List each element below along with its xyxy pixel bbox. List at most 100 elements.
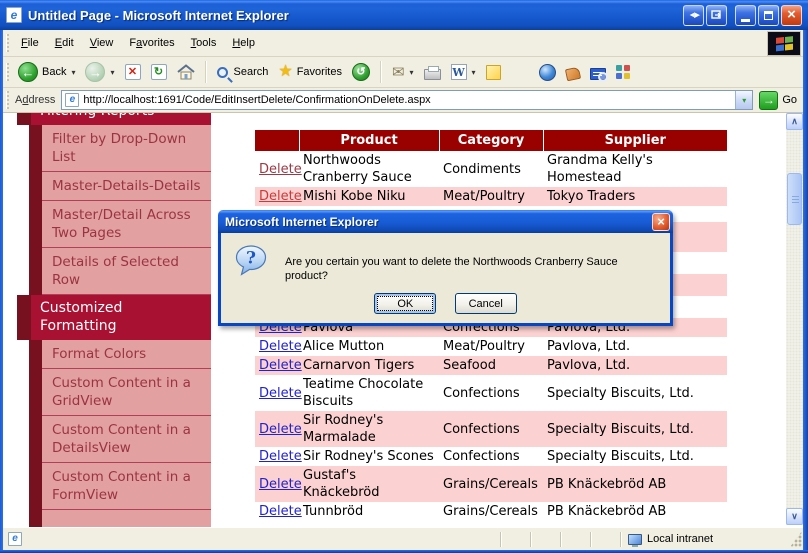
delete-link[interactable]: Delete [259,449,302,464]
delete-link[interactable]: Delete [259,386,302,401]
sidebar-indent [17,248,29,295]
favorites-button[interactable]: ★ Favorites [273,61,347,83]
delete-link[interactable]: Delete [259,504,302,519]
msn-button[interactable] [534,61,561,84]
scrollbar-thumb[interactable] [787,173,802,225]
sidebar-item[interactable]: Master-Details-Details [17,172,211,201]
sidebar-indent [17,172,29,201]
sidebar-item[interactable]: Custom Content in a GridView [17,369,211,416]
sidebar-item[interactable]: Custom Content in a FormView [17,463,211,510]
sidebar-item[interactable]: Custom Content in a DetailsView [17,416,211,463]
menu-item-tools[interactable]: Tools [183,31,225,55]
sidebar-indent [29,125,42,172]
screen-toggle-button[interactable]: ◄▶ [683,5,704,26]
research-button[interactable] [585,62,611,83]
scroll-up-button[interactable]: ∧ [786,113,803,130]
sidebar-indent [29,172,42,201]
cell-product: Mishi Kobe Niku [299,187,439,206]
delete-link[interactable]: Delete [259,358,302,373]
address-dropdown-button[interactable]: ▾ [735,91,752,109]
dialog-title-bar[interactable]: Microsoft Internet Explorer × [218,210,673,233]
sidebar-indent [29,340,42,369]
history-icon: ↺ [352,63,370,81]
back-label: Back [42,66,66,78]
menu-item-file[interactable]: File [13,31,47,55]
sidebar-item-label: Custom Content in a FormView [42,463,211,510]
home-button[interactable] [172,61,200,83]
delete-link[interactable]: Delete [259,339,302,354]
forward-button[interactable]: → ▾ [80,59,119,85]
table-row: DeleteCarnarvon TigersSeafoodPavlova, Lt… [255,356,727,375]
window-border [0,30,3,553]
messenger-button[interactable] [611,62,635,82]
toolbar-grip[interactable] [6,34,9,52]
sidebar-item-label: Master/Detail Across Two Pages [42,201,211,248]
minimize-button[interactable] [735,5,756,26]
sidebar-item[interactable]: Master/Detail Across Two Pages [17,201,211,248]
menu-item-view[interactable]: View [82,31,122,55]
discuss-button[interactable] [481,62,506,83]
sidebar-menu: Filtering ReportsFilter by Drop-Down Lis… [17,113,211,527]
menu-item-edit[interactable]: Edit [47,31,82,55]
window-controls: ◄▶ × [683,5,802,26]
delete-link[interactable]: Delete [259,477,302,492]
ok-button[interactable]: OK [374,293,436,314]
dialog-close-button[interactable]: × [652,213,670,231]
sidebar-item[interactable]: Filter by Drop-Down List [17,125,211,172]
history-button[interactable]: ↺ [347,60,375,84]
cell-delete: Delete [255,337,299,356]
menu-item-help[interactable]: Help [224,31,263,55]
status-pane [502,528,530,550]
stop-button[interactable]: ✕ [120,61,146,83]
cancel-button[interactable]: Cancel [455,293,517,314]
menu-bar: FileEditViewFavoritesToolsHelp [3,30,803,57]
globe-icon [539,64,556,81]
cell-product: Sir Rodney's Scones [299,447,439,466]
search-button[interactable]: Search [212,63,274,81]
svg-text:?: ? [246,249,256,269]
edit-with-word-button[interactable]: W ▾ [446,61,481,83]
toolbar-grip[interactable] [6,63,9,81]
resize-grip[interactable] [790,531,802,547]
sidebar-item[interactable]: Format Colors [17,340,211,369]
cell-category: Meat/Poultry [439,187,543,206]
status-pane [532,528,560,550]
pop-out-button[interactable] [706,5,727,26]
mail-button[interactable]: ✉ ▾ [387,62,419,83]
address-input[interactable]: e http://localhost:1691/Code/EditInsertD… [61,90,753,110]
sidebar-item[interactable]: Details of Selected Row [17,248,211,295]
maximize-button[interactable] [758,5,779,26]
sidebar-indent [17,201,29,248]
cell-delete: Delete [255,375,299,411]
close-button[interactable]: × [781,5,802,26]
cell-product: Northwoods Cranberry Sauce [299,151,439,187]
addon-button-1[interactable] [561,62,585,83]
go-button[interactable]: → Go [759,91,797,110]
toolbar-grip[interactable] [6,91,9,109]
delete-link[interactable]: Delete [259,189,302,204]
cell-product: Tunnbröd [299,502,439,521]
scroll-down-button[interactable]: ∨ [786,508,803,525]
book-magnifier-icon [590,68,606,80]
document-icon: e [8,532,22,546]
menu-item-favorites[interactable]: Favorites [121,31,182,55]
favorites-label: Favorites [297,66,342,78]
sidebar-section-header[interactable]: Customized Formatting [17,295,211,340]
dialog-body: ? Are you certain you want to delete the… [218,233,673,326]
page-icon: e [65,93,79,107]
sidebar-section-header[interactable]: Filtering Reports [17,113,211,125]
refresh-icon: ↻ [151,64,167,80]
sidebar-indent [29,510,42,527]
delete-link[interactable]: Delete [259,422,302,437]
refresh-button[interactable]: ↻ [146,61,172,83]
table-row: DeleteTunnbrödGrains/CerealsPB Knäckebrö… [255,502,727,521]
print-button[interactable] [419,62,446,83]
vertical-scrollbar[interactable]: ∧ ∨ [786,113,803,525]
table-header-row: Product Category Supplier [255,130,727,151]
sidebar-indent [29,416,42,463]
back-button[interactable]: ← Back ▾ [13,59,80,85]
delete-link[interactable]: Delete [259,162,302,177]
sidebar-item[interactable] [17,510,211,527]
cell-supplier: Specialty Biscuits, Ltd. [543,447,727,466]
table-row: DeleteMishi Kobe NikuMeat/PoultryTokyo T… [255,187,727,206]
